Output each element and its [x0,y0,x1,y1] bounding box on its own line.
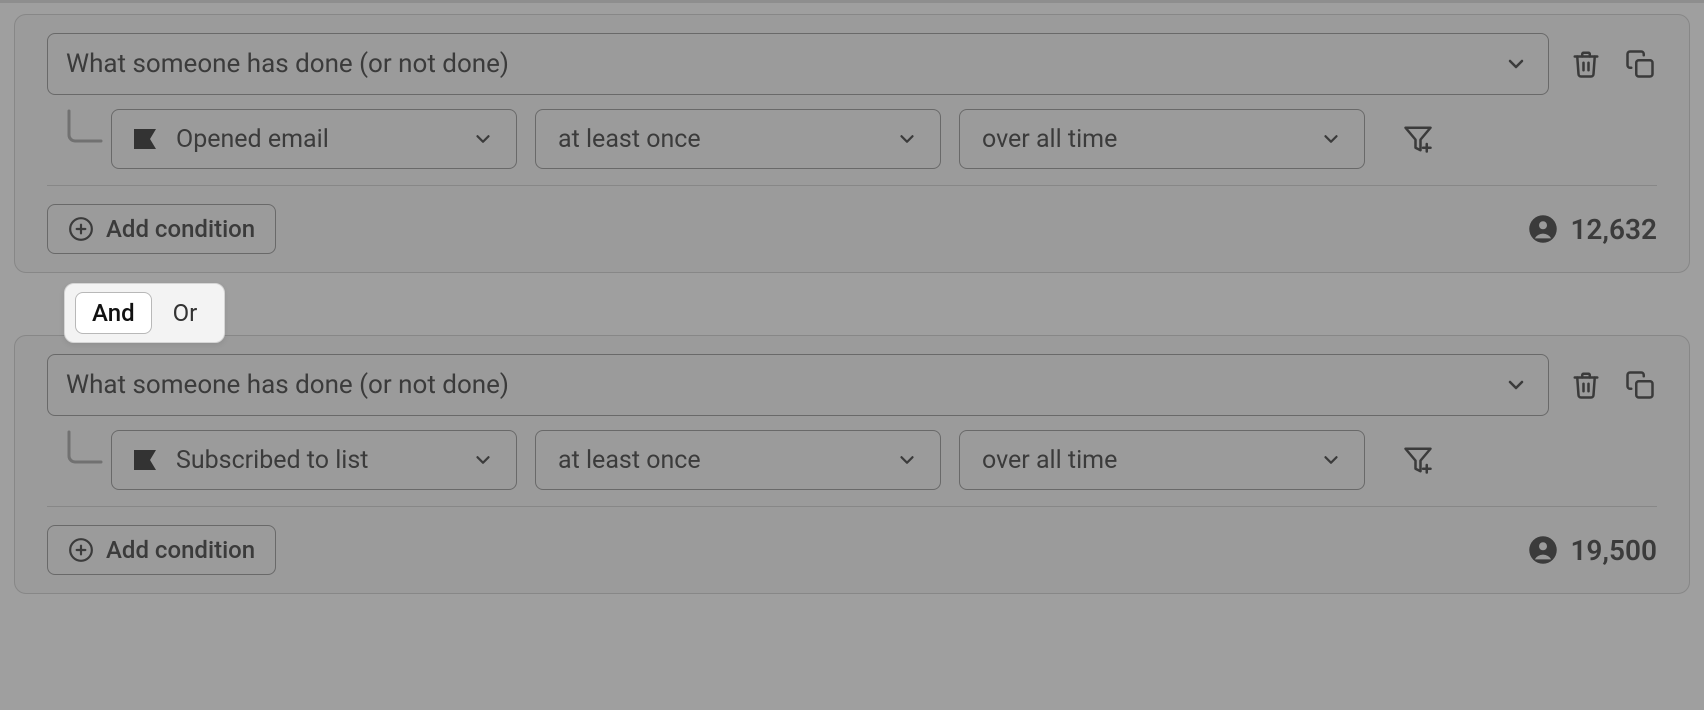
elbow-connector-icon [61,109,107,149]
event-select[interactable]: Subscribed to list [111,430,517,490]
clone-button[interactable] [1623,368,1657,402]
audience-count-value: 19,500 [1570,534,1657,567]
timeframe-select[interactable]: over all time [959,430,1365,490]
condition-type-label: What someone has done (or not done) [66,370,509,400]
condition-group-2: What someone has done (or not done) [14,335,1690,594]
chevron-down-icon [1504,373,1528,397]
person-icon [1528,214,1558,244]
divider [47,185,1657,186]
add-condition-button[interactable]: Add condition [47,204,276,254]
add-filter-button[interactable] [1401,443,1435,477]
flag-icon [134,129,158,149]
event-select[interactable]: Opened email [111,109,517,169]
clone-button[interactable] [1623,47,1657,81]
chevron-down-icon [472,128,494,150]
chevron-down-icon [1320,128,1342,150]
frequency-select[interactable]: at least once [535,430,941,490]
frequency-label: at least once [558,125,701,154]
add-condition-label: Add condition [106,215,255,243]
chevron-down-icon [896,449,918,471]
chevron-down-icon [1320,449,1342,471]
plus-circle-icon [68,216,94,242]
elbow-connector-icon [61,430,107,470]
add-filter-button[interactable] [1401,122,1435,156]
timeframe-select[interactable]: over all time [959,109,1365,169]
condition-type-select[interactable]: What someone has done (or not done) [47,354,1549,416]
chevron-down-icon [896,128,918,150]
event-label: Subscribed to list [176,446,368,475]
logic-and-button[interactable]: And [75,292,152,334]
person-icon [1528,535,1558,565]
timeframe-label: over all time [982,125,1117,154]
condition-type-label: What someone has done (or not done) [66,49,509,79]
chevron-down-icon [472,449,494,471]
timeframe-label: over all time [982,446,1117,475]
add-condition-label: Add condition [106,536,255,564]
condition-type-select[interactable]: What someone has done (or not done) [47,33,1549,95]
chevron-down-icon [1504,52,1528,76]
flag-icon [134,450,158,470]
audience-count: 19,500 [1528,534,1657,567]
frequency-select[interactable]: at least once [535,109,941,169]
divider [47,506,1657,507]
event-label: Opened email [176,125,329,154]
logic-toggle: And Or [64,283,225,343]
audience-count: 12,632 [1528,213,1657,246]
frequency-label: at least once [558,446,701,475]
condition-group-1: What someone has done (or not done) [14,14,1690,273]
plus-circle-icon [68,537,94,563]
delete-button[interactable] [1569,368,1603,402]
logic-or-button[interactable]: Or [156,292,215,334]
delete-button[interactable] [1569,47,1603,81]
audience-count-value: 12,632 [1570,213,1657,246]
add-condition-button[interactable]: Add condition [47,525,276,575]
